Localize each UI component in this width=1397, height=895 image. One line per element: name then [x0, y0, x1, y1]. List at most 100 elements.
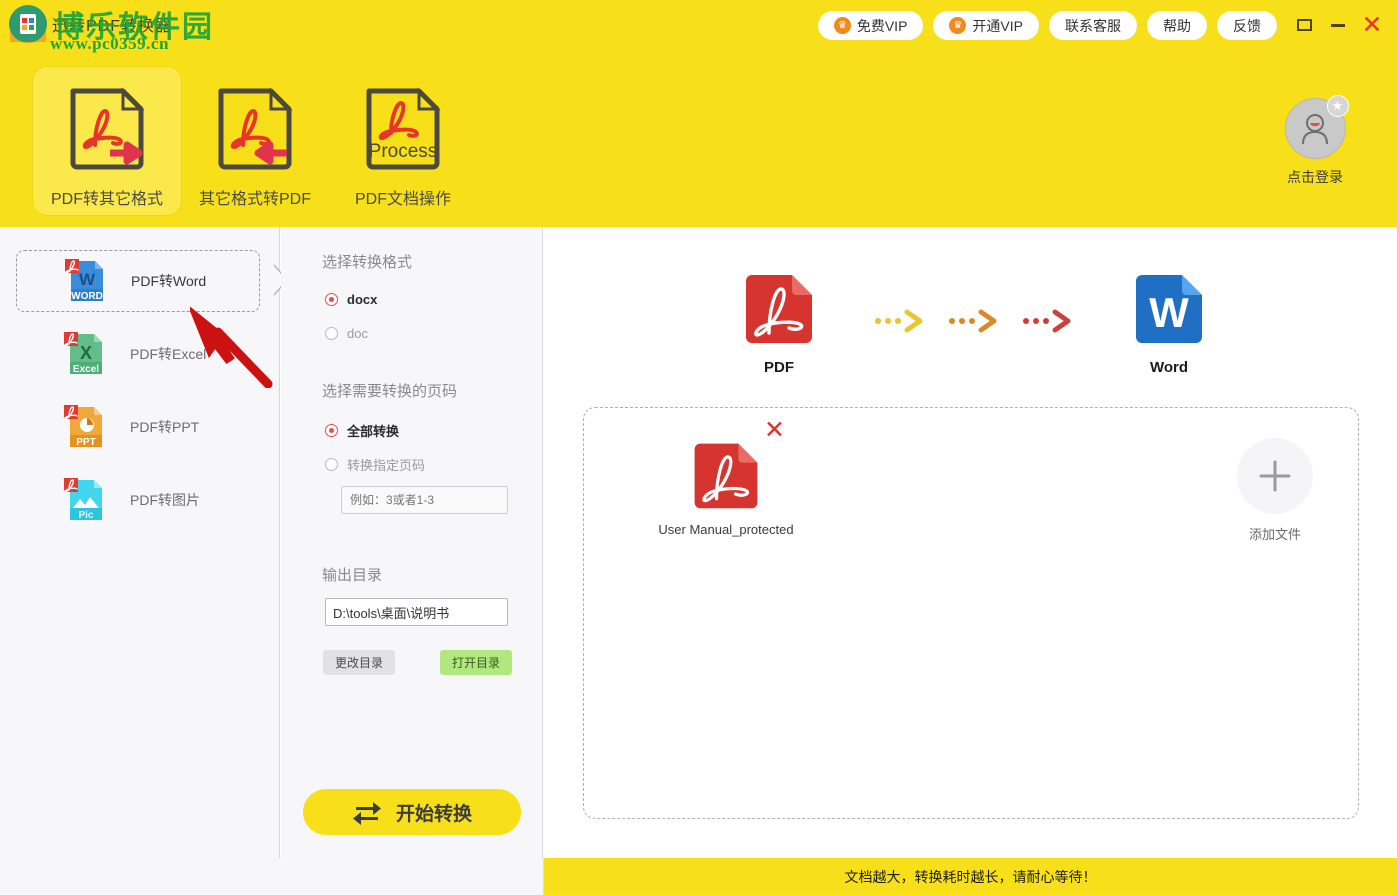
avatar: ★ — [1285, 98, 1346, 159]
title-bar: 迅转PDF转换器 博乐软件园 www.pc0359.cn ♛ 免费VIP ♛ 开… — [0, 0, 1397, 48]
add-file-label: 添加文件 — [1249, 524, 1301, 543]
minimize-button[interactable] — [1321, 12, 1355, 38]
svg-text:Pic: Pic — [78, 510, 93, 521]
sidebar: W WORD PDF转Word X Excel PDF转Excel — [0, 227, 280, 895]
minimize-icon — [1331, 24, 1345, 27]
open-directory-button[interactable]: 打开目录 — [440, 650, 512, 675]
status-message: 文档越大，转换耗时越长，请耐心等待！ — [845, 867, 1097, 887]
format-option-doc[interactable]: doc — [325, 326, 368, 341]
maximize-button[interactable] — [1287, 12, 1321, 38]
excel-file-icon: X Excel — [58, 328, 110, 380]
bottom-left-filler — [0, 858, 544, 895]
flow-target: W Word — [1124, 267, 1214, 376]
crown-icon: ♛ — [949, 17, 966, 34]
contact-support-button[interactable]: 联系客服 — [1049, 11, 1137, 40]
app-title: 迅转PDF转换器 — [52, 12, 172, 36]
flow-arrows — [874, 309, 1074, 333]
add-file-button[interactable]: 添加文件 — [1210, 438, 1340, 543]
svg-text:PPT: PPT — [76, 437, 95, 448]
add-file-circle — [1237, 438, 1313, 514]
sidebar-item-pdf-to-word[interactable]: W WORD PDF转Word — [16, 250, 260, 312]
pdf-icon — [687, 436, 765, 514]
radio-icon — [325, 327, 338, 340]
app-logo-icon — [8, 4, 48, 44]
tab-other-to-pdf-label: 其它格式转PDF — [199, 185, 311, 209]
file-dropzone[interactable]: User Manual_protected ✕ 添加文件 — [583, 407, 1359, 819]
arrow-right-icon-1 — [874, 309, 926, 333]
change-directory-button[interactable]: 更改目录 — [323, 650, 395, 675]
svg-text:W: W — [79, 270, 96, 289]
sidebar-item-label: PDF转Excel — [130, 344, 206, 364]
format-section-title: 选择转换格式 — [322, 251, 412, 272]
format-option-doc-label: doc — [347, 326, 368, 341]
feedback-button[interactable]: 反馈 — [1217, 11, 1277, 40]
format-option-docx[interactable]: docx — [325, 292, 377, 307]
login-area[interactable]: ★ 点击登录 — [1260, 98, 1370, 187]
sidebar-item-pdf-to-ppt[interactable]: PPT PDF转PPT — [16, 396, 260, 458]
maximize-icon — [1297, 19, 1312, 31]
login-label: 点击登录 — [1287, 167, 1343, 187]
conversion-flow: PDF — [734, 267, 1214, 397]
ppt-file-icon: PPT — [58, 401, 110, 453]
tab-pdf-operations-label: PDF文档操作 — [355, 185, 451, 209]
pdf-icon — [738, 267, 820, 349]
flow-source-label: PDF — [764, 359, 794, 376]
svg-text:X: X — [80, 343, 92, 363]
help-label: 帮助 — [1163, 16, 1191, 36]
svg-text:W: W — [1149, 289, 1189, 336]
output-section-title: 输出目录 — [322, 564, 382, 585]
contact-support-label: 联系客服 — [1065, 16, 1121, 36]
start-conversion-label: 开始转换 — [396, 799, 472, 826]
file-item[interactable]: User Manual_protected — [656, 436, 796, 537]
header: 迅转PDF转换器 博乐软件园 www.pc0359.cn ♛ 免费VIP ♛ 开… — [0, 0, 1397, 227]
avatar-icon — [1296, 110, 1334, 148]
word-icon: W — [1128, 267, 1210, 349]
svg-text:WORD: WORD — [71, 291, 103, 302]
free-vip-label: 免费VIP — [857, 16, 908, 36]
free-vip-button[interactable]: ♛ 免费VIP — [818, 11, 924, 40]
close-button[interactable]: ✕ — [1355, 12, 1389, 38]
workspace: PDF — [544, 227, 1397, 858]
output-path-input[interactable] — [325, 598, 508, 626]
radio-icon — [325, 293, 338, 306]
page-range-input[interactable] — [341, 486, 508, 514]
sidebar-item-label: PDF转PPT — [130, 417, 199, 437]
pdf-import-icon — [209, 83, 301, 175]
plus-icon — [1255, 456, 1295, 496]
pages-option-all-label: 全部转换 — [347, 421, 399, 440]
pic-file-icon: Pic — [58, 474, 110, 526]
sidebar-item-pdf-to-image[interactable]: Pic PDF转图片 — [16, 469, 260, 531]
start-conversion-button[interactable]: 开始转换 — [303, 789, 521, 835]
window-controls: ✕ — [1287, 12, 1389, 38]
open-vip-button[interactable]: ♛ 开通VIP — [933, 11, 1039, 40]
help-button[interactable]: 帮助 — [1147, 11, 1207, 40]
pages-section-title: 选择需要转换的页码 — [322, 380, 457, 401]
header-nav: ♛ 免费VIP ♛ 开通VIP 联系客服 帮助 反馈 — [818, 11, 1277, 40]
pages-option-range[interactable]: 转换指定页码 — [325, 455, 425, 474]
word-file-icon: W WORD — [59, 255, 111, 307]
tab-other-to-pdf[interactable]: 其它格式转PDF — [181, 67, 329, 215]
pages-option-range-label: 转换指定页码 — [347, 455, 425, 474]
close-icon: ✕ — [1362, 13, 1383, 38]
sidebar-item-label: PDF转图片 — [130, 490, 200, 510]
format-option-docx-label: docx — [347, 292, 377, 307]
main-tabs: PDF转其它格式 其它格式转PDF Process PDF文档 — [33, 67, 477, 215]
feedback-label: 反馈 — [1233, 16, 1261, 36]
sidebar-item-label: PDF转Word — [131, 271, 206, 291]
tab-pdf-operations[interactable]: Process PDF文档操作 — [329, 67, 477, 215]
open-vip-label: 开通VIP — [972, 16, 1023, 36]
pages-option-all[interactable]: 全部转换 — [325, 421, 399, 440]
pdf-export-icon — [61, 83, 153, 175]
svg-text:Excel: Excel — [73, 364, 99, 375]
swap-icon — [352, 799, 382, 825]
tab-pdf-to-other[interactable]: PDF转其它格式 — [33, 67, 181, 215]
radio-icon — [325, 458, 338, 471]
process-badge-text: Process — [369, 141, 438, 162]
tab-pdf-to-other-label: PDF转其它格式 — [51, 185, 163, 209]
application-window: 迅转PDF转换器 博乐软件园 www.pc0359.cn ♛ 免费VIP ♛ 开… — [0, 0, 1397, 895]
pdf-process-icon: Process — [357, 83, 449, 175]
remove-file-button[interactable]: ✕ — [764, 418, 785, 443]
watermark-url: www.pc0359.cn — [50, 34, 169, 54]
arrow-right-icon-3 — [1022, 309, 1074, 333]
sidebar-item-pdf-to-excel[interactable]: X Excel PDF转Excel — [16, 323, 260, 385]
